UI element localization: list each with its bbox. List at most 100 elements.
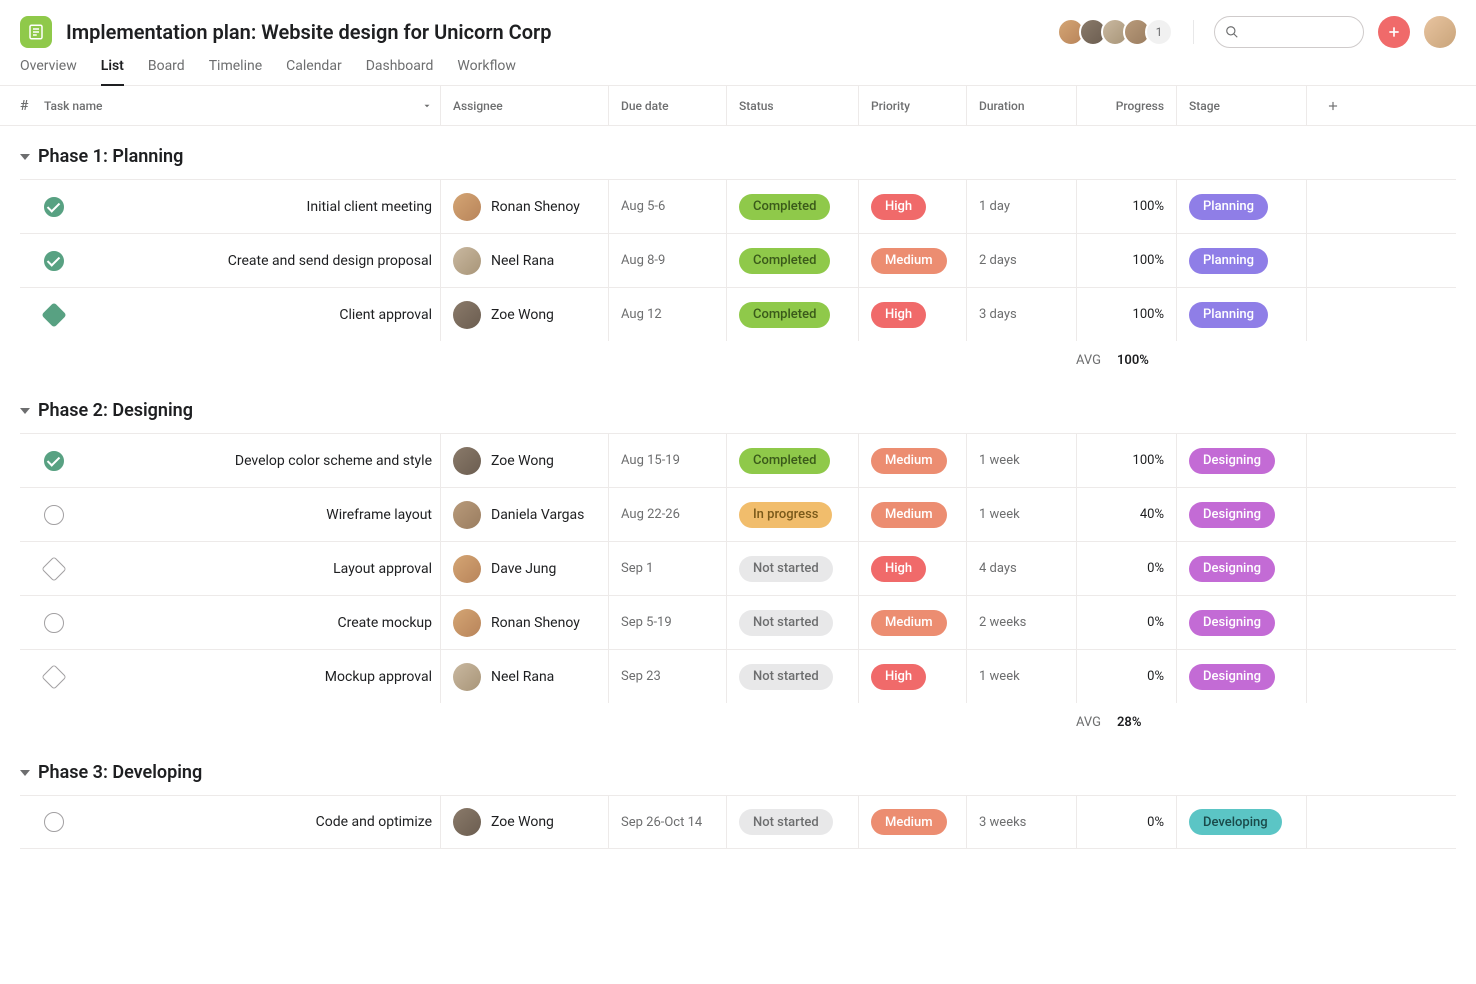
complete-check-icon[interactable]: [44, 451, 64, 471]
member-overflow-count[interactable]: 1: [1145, 18, 1173, 46]
stage-pill[interactable]: Designing: [1189, 448, 1275, 474]
stage-pill[interactable]: Developing: [1189, 809, 1282, 835]
section-header[interactable]: Phase 1: Planning: [20, 126, 1456, 179]
progress-text[interactable]: 40%: [1140, 507, 1164, 522]
col-header-due[interactable]: Due date: [608, 86, 726, 125]
status-pill[interactable]: Completed: [739, 448, 830, 474]
tab-dashboard[interactable]: Dashboard: [366, 58, 434, 85]
col-header-assignee[interactable]: Assignee: [440, 86, 608, 125]
assignee-cell[interactable]: Zoe Wong: [453, 301, 554, 329]
priority-pill[interactable]: Medium: [871, 248, 947, 274]
task-name[interactable]: Layout approval: [333, 561, 432, 577]
assignee-cell[interactable]: Ronan Shenoy: [453, 193, 580, 221]
progress-text[interactable]: 0%: [1147, 561, 1164, 576]
milestone-icon[interactable]: [41, 556, 66, 581]
duration-text[interactable]: 3 weeks: [979, 815, 1026, 830]
tab-list[interactable]: List: [101, 58, 124, 86]
task-row[interactable]: Mockup approval Neel Rana Sep 23 Not starte…: [20, 649, 1456, 703]
complete-check-icon[interactable]: [44, 812, 64, 832]
assignee-cell[interactable]: Neel Rana: [453, 663, 554, 691]
duration-text[interactable]: 1 day: [979, 199, 1010, 214]
task-row[interactable]: Create and send design proposal Neel Rana…: [20, 233, 1456, 287]
task-row[interactable]: Code and optimizeZoe WongSep 26-Oct 14No…: [20, 795, 1456, 849]
milestone-icon[interactable]: [41, 664, 66, 689]
priority-pill[interactable]: High: [871, 194, 926, 220]
col-header-duration[interactable]: Duration: [966, 86, 1076, 125]
status-pill[interactable]: Not started: [739, 610, 833, 636]
due-date[interactable]: Aug 12: [621, 307, 662, 322]
task-row[interactable]: Develop color scheme and style Zoe Wong Au…: [20, 433, 1456, 487]
project-title[interactable]: Implementation plan: Website design for …: [66, 20, 1043, 44]
status-pill[interactable]: Not started: [739, 556, 833, 582]
status-pill[interactable]: Completed: [739, 248, 830, 274]
assignee-cell[interactable]: Daniela Vargas: [453, 501, 584, 529]
duration-text[interactable]: 1 week: [979, 507, 1020, 522]
task-row[interactable]: Layout approvalDave JungSep 1Not started…: [20, 541, 1456, 595]
progress-text[interactable]: 100%: [1133, 307, 1164, 322]
add-button[interactable]: [1378, 16, 1410, 48]
task-name[interactable]: Develop color scheme and style: [235, 453, 432, 469]
milestone-icon[interactable]: [41, 302, 66, 327]
due-date[interactable]: Sep 5-19: [621, 615, 672, 630]
status-pill[interactable]: Completed: [739, 302, 830, 328]
status-pill[interactable]: Not started: [739, 809, 833, 835]
section-header[interactable]: Phase 2: Designing: [20, 380, 1456, 433]
stage-pill[interactable]: Designing: [1189, 664, 1275, 690]
col-header-status[interactable]: Status: [726, 86, 858, 125]
member-avatars[interactable]: 1: [1057, 18, 1173, 46]
col-header-stage[interactable]: Stage: [1176, 86, 1306, 125]
duration-text[interactable]: 4 days: [979, 561, 1017, 576]
stage-pill[interactable]: Planning: [1189, 302, 1268, 328]
assignee-cell[interactable]: Ronan Shenoy: [453, 609, 580, 637]
task-name[interactable]: Initial client meeting: [307, 199, 432, 215]
col-header-number[interactable]: #: [20, 98, 44, 114]
duration-text[interactable]: 1 week: [979, 669, 1020, 684]
duration-text[interactable]: 2 weeks: [979, 615, 1026, 630]
tab-overview[interactable]: Overview: [20, 58, 77, 85]
complete-check-icon[interactable]: [44, 251, 64, 271]
assignee-cell[interactable]: Zoe Wong: [453, 808, 554, 836]
assignee-cell[interactable]: Zoe Wong: [453, 447, 554, 475]
add-column-button[interactable]: [1306, 86, 1346, 125]
complete-check-icon[interactable]: [44, 197, 64, 217]
due-date[interactable]: Aug 22-26: [621, 507, 680, 522]
status-pill[interactable]: Not started: [739, 664, 833, 690]
task-name[interactable]: Create and send design proposal: [228, 253, 432, 269]
priority-pill[interactable]: Medium: [871, 809, 947, 835]
progress-text[interactable]: 100%: [1133, 199, 1164, 214]
priority-pill[interactable]: High: [871, 664, 926, 690]
complete-check-icon[interactable]: [44, 613, 64, 633]
duration-text[interactable]: 2 days: [979, 253, 1017, 268]
task-name[interactable]: Client approval: [339, 307, 432, 323]
tab-calendar[interactable]: Calendar: [286, 58, 342, 85]
due-date[interactable]: Sep 23: [621, 669, 661, 684]
due-date[interactable]: Aug 15-19: [621, 453, 680, 468]
search-input[interactable]: [1214, 16, 1364, 48]
chevron-down-icon[interactable]: [422, 101, 432, 111]
tab-board[interactable]: Board: [148, 58, 185, 85]
priority-pill[interactable]: Medium: [871, 610, 947, 636]
due-date[interactable]: Sep 1: [621, 561, 653, 576]
stage-pill[interactable]: Planning: [1189, 248, 1268, 274]
project-icon[interactable]: [20, 16, 52, 48]
task-name[interactable]: Mockup approval: [325, 669, 432, 685]
due-date[interactable]: Aug 5-6: [621, 199, 665, 214]
status-pill[interactable]: Completed: [739, 194, 830, 220]
task-row[interactable]: Initial client meeting Ronan Shenoy Aug 5-…: [20, 179, 1456, 233]
progress-text[interactable]: 0%: [1147, 615, 1164, 630]
task-name[interactable]: Wireframe layout: [326, 507, 432, 523]
profile-avatar[interactable]: [1424, 16, 1456, 48]
due-date[interactable]: Aug 8-9: [621, 253, 665, 268]
task-row[interactable]: Wireframe layout Daniela Vargas Aug 22-26 I…: [20, 487, 1456, 541]
priority-pill[interactable]: Medium: [871, 502, 947, 528]
progress-text[interactable]: 0%: [1147, 669, 1164, 684]
stage-pill[interactable]: Planning: [1189, 194, 1268, 220]
duration-text[interactable]: 3 days: [979, 307, 1017, 322]
duration-text[interactable]: 1 week: [979, 453, 1020, 468]
complete-check-icon[interactable]: [44, 505, 64, 525]
progress-text[interactable]: 100%: [1133, 453, 1164, 468]
priority-pill[interactable]: Medium: [871, 448, 947, 474]
assignee-cell[interactable]: Neel Rana: [453, 247, 554, 275]
progress-text[interactable]: 100%: [1133, 253, 1164, 268]
status-pill[interactable]: In progress: [739, 502, 832, 528]
